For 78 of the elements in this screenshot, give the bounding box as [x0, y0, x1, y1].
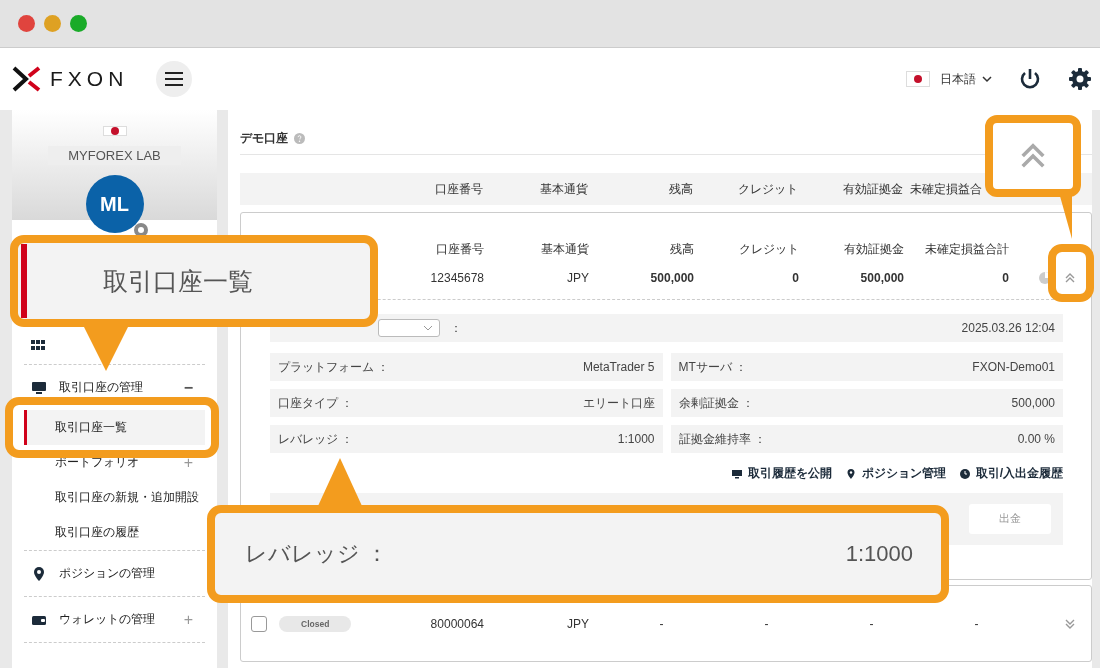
- toggle-sign[interactable]: −: [183, 378, 193, 397]
- clock-icon: [959, 468, 970, 479]
- table-cell-text: -: [973, 616, 980, 631]
- submenu-item[interactable]: 取引口座の新規・追加開設: [24, 480, 205, 515]
- action-link[interactable]: 取引履歴を公開: [731, 465, 832, 482]
- section-title: デモ口座: [240, 129, 288, 147]
- location-pin-icon: [845, 468, 856, 479]
- menu-button[interactable]: [156, 61, 193, 97]
- column-header: クレジット: [737, 180, 798, 198]
- grid-icon[interactable]: [31, 340, 45, 350]
- detail-value: FXON-Demo01: [972, 360, 1055, 374]
- table-cell-text: -: [868, 616, 875, 631]
- minimize-button[interactable]: [44, 15, 61, 32]
- table-cell-text: 500,000: [649, 271, 694, 285]
- detail-value: 500,000: [1011, 396, 1055, 410]
- column-label: 未確定損益合計: [924, 241, 1009, 258]
- menu-item[interactable]: ポジションの管理: [24, 551, 205, 596]
- collapse-icon[interactable]: [1063, 271, 1077, 285]
- detail-value: MetaTrader 5: [582, 360, 655, 374]
- currency: JPY: [566, 616, 589, 631]
- logo: FXON: [12, 66, 129, 92]
- date-text: 2025.03.26 12:04: [961, 321, 1055, 335]
- menu-item[interactable]: 取引口座の管理 −: [24, 365, 205, 410]
- column-header: 未確定損益合: [909, 180, 983, 198]
- flag-icon: [906, 71, 930, 87]
- column-label: 口座番号: [435, 241, 484, 258]
- status-badge: Closed: [279, 615, 352, 632]
- column-label: 残高: [669, 241, 694, 258]
- help-icon[interactable]: [294, 132, 305, 144]
- account-dropdown[interactable]: [378, 319, 440, 337]
- detail-value: 1:1000: [617, 432, 655, 446]
- detail-value: 0.00 %: [1017, 432, 1055, 446]
- column-header: 残高: [668, 180, 693, 198]
- column-label: クレジット: [738, 241, 799, 258]
- maximize-button[interactable]: [70, 15, 87, 32]
- table-cell-text: -: [658, 616, 665, 631]
- callout-label: レバレッジ ：: [245, 540, 389, 568]
- submenu-item[interactable]: 取引口座一覧: [24, 410, 205, 445]
- table-cell-text: 0: [791, 271, 799, 285]
- close-button[interactable]: [18, 15, 35, 32]
- column-header: 有効証拠金: [842, 180, 903, 198]
- detail-label: プラットフォーム ：: [278, 358, 390, 376]
- submenu-item[interactable]: ポートフォリオ +: [24, 445, 205, 480]
- action-link[interactable]: 取引/入出金履歴: [959, 465, 1063, 482]
- language-selector[interactable]: 日本語: [940, 70, 992, 88]
- detail-label: MTサーバ ：: [678, 358, 748, 376]
- table-cell-text: 500,000: [859, 271, 904, 285]
- callout-text: 取引口座一覧: [103, 265, 253, 297]
- account-number: 12345678: [429, 271, 484, 285]
- column-header: 口座番号: [434, 180, 483, 198]
- action-link[interactable]: ポジション管理: [845, 465, 946, 482]
- separator-text: ：: [450, 319, 462, 337]
- detail-label: 余剰証拠金 ：: [678, 394, 754, 412]
- column-label: 有効証拠金: [843, 241, 904, 258]
- flag-icon: [102, 126, 127, 136]
- callout-value: 1:1000: [845, 541, 913, 567]
- detail-value: エリート口座: [582, 394, 655, 412]
- submenu-item[interactable]: 取引口座の履歴: [24, 515, 205, 550]
- highlight-ring: [1048, 244, 1094, 302]
- menu-icon: [165, 72, 184, 86]
- checkbox[interactable]: [251, 615, 267, 632]
- table-cell-text: 0: [1001, 271, 1009, 285]
- account-number: 80000064: [429, 616, 484, 631]
- pie-chart-icon[interactable]: [1039, 272, 1051, 284]
- currency: JPY: [566, 271, 589, 285]
- detail-label: レバレッジ ：: [278, 430, 354, 448]
- menu-item[interactable]: ウォレットの管理 +: [24, 597, 205, 642]
- detail-label: 口座タイプ ：: [278, 394, 354, 412]
- location-pin-icon: [31, 565, 47, 582]
- monitor-icon: [731, 468, 742, 479]
- power-icon[interactable]: [1018, 67, 1042, 91]
- table-cell-text: -: [763, 616, 770, 631]
- monitor-icon: [31, 379, 47, 396]
- caret-icon: [982, 74, 992, 84]
- detail-label: 証拠金維持率 ：: [678, 430, 766, 448]
- column-header: 基本通貨: [539, 180, 588, 198]
- caret-icon: [423, 323, 433, 333]
- column-label: 基本通貨: [540, 241, 589, 258]
